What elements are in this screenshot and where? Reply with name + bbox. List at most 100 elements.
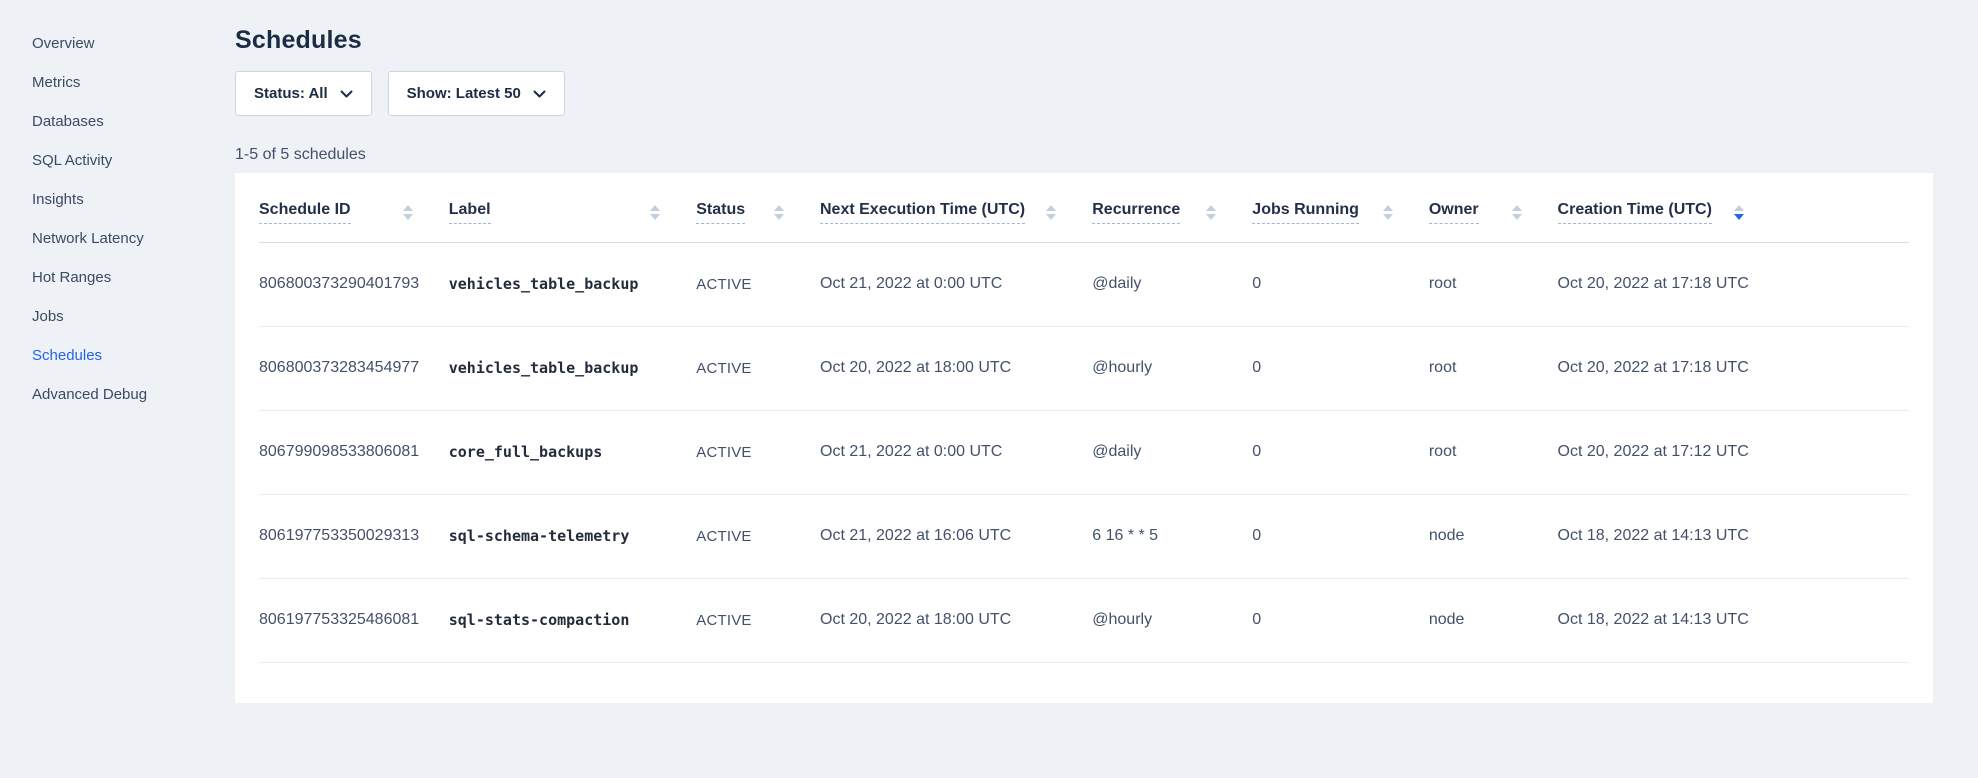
cell-recurrence: @daily <box>1092 411 1252 495</box>
cell-status: ACTIVE <box>696 495 820 579</box>
column-header-creation-time-utc: Creation Time (UTC) <box>1558 173 1909 243</box>
results-count: 1-5 of 5 schedules <box>235 146 1933 164</box>
cell-recurrence: @daily <box>1092 243 1252 327</box>
cell-jobs-running: 0 <box>1252 411 1429 495</box>
cell-label: vehicles_table_backup <box>449 243 697 327</box>
cell-status: ACTIVE <box>696 411 820 495</box>
cell-next-execution: Oct 20, 2022 at 18:00 UTC <box>820 579 1092 663</box>
sort-asc-arrow-icon <box>403 205 413 211</box>
table-row: 806800373290401793vehicles_table_backupA… <box>259 243 1909 327</box>
sort-asc-arrow-icon <box>1512 205 1522 211</box>
sidebar-item-overview[interactable]: Overview <box>0 24 235 63</box>
chevron-down-icon <box>340 85 353 102</box>
show-filter-dropdown[interactable]: Show: Latest 50 <box>388 71 565 116</box>
sidebar: OverviewMetricsDatabasesSQL ActivityInsi… <box>0 0 235 778</box>
sidebar-item-sql-activity[interactable]: SQL Activity <box>0 141 235 180</box>
status-filter-dropdown[interactable]: Status: All <box>235 71 372 116</box>
cell-owner: node <box>1429 495 1558 579</box>
cell-creation-time: Oct 20, 2022 at 17:18 UTC <box>1558 327 1909 411</box>
cell-next-execution: Oct 21, 2022 at 16:06 UTC <box>820 495 1092 579</box>
sort-icon[interactable] <box>1383 205 1393 220</box>
schedules-table-card: Schedule ID Label Status Next Execution Tim… <box>235 173 1933 703</box>
sort-desc-arrow-icon <box>1206 214 1216 220</box>
cell-schedule-id: 806799098533806081 <box>259 411 449 495</box>
cell-schedule-id: 806800373283454977 <box>259 327 449 411</box>
sort-desc-arrow-icon <box>1383 214 1393 220</box>
cell-jobs-running: 0 <box>1252 495 1429 579</box>
cell-owner: root <box>1429 411 1558 495</box>
sort-icon[interactable] <box>650 205 660 220</box>
page-title: Schedules <box>235 26 1933 55</box>
sidebar-item-schedules[interactable]: Schedules <box>0 336 235 375</box>
sidebar-item-databases[interactable]: Databases <box>0 102 235 141</box>
cell-next-execution: Oct 20, 2022 at 18:00 UTC <box>820 327 1092 411</box>
cell-label: sql-stats-compaction <box>449 579 697 663</box>
main-content: Schedules Status: All Show: Latest 50 1-… <box>235 0 1978 778</box>
sort-desc-arrow-icon <box>1046 214 1056 220</box>
column-label-recurrence[interactable]: Recurrence <box>1092 201 1180 224</box>
cell-status: ACTIVE <box>696 579 820 663</box>
column-label-status[interactable]: Status <box>696 201 745 224</box>
column-label-label[interactable]: Label <box>449 201 491 224</box>
column-label-jobs-running[interactable]: Jobs Running <box>1252 201 1359 224</box>
cell-jobs-running: 0 <box>1252 243 1429 327</box>
chevron-down-icon <box>533 85 546 102</box>
sidebar-item-jobs[interactable]: Jobs <box>0 297 235 336</box>
column-label-next-execution-time-utc[interactable]: Next Execution Time (UTC) <box>820 201 1025 224</box>
sort-asc-arrow-icon <box>650 205 660 211</box>
sort-icon[interactable] <box>403 205 413 220</box>
sidebar-item-advanced-debug[interactable]: Advanced Debug <box>0 375 235 414</box>
cell-creation-time: Oct 20, 2022 at 17:12 UTC <box>1558 411 1909 495</box>
table-row: 806800373283454977vehicles_table_backupA… <box>259 327 1909 411</box>
cell-status: ACTIVE <box>696 327 820 411</box>
cell-jobs-running: 0 <box>1252 327 1429 411</box>
sort-desc-arrow-icon <box>650 214 660 220</box>
cell-schedule-id: 806197753350029313 <box>259 495 449 579</box>
sort-asc-arrow-icon <box>1206 205 1216 211</box>
sort-desc-arrow-icon <box>1512 214 1522 220</box>
sort-icon[interactable] <box>1512 205 1522 220</box>
cell-status: ACTIVE <box>696 243 820 327</box>
sort-icon[interactable] <box>1046 205 1056 220</box>
table-header-row: Schedule ID Label Status Next Execution Tim… <box>259 173 1909 243</box>
schedules-table: Schedule ID Label Status Next Execution Tim… <box>259 173 1909 663</box>
column-label-owner[interactable]: Owner <box>1429 201 1479 224</box>
column-header-schedule-id: Schedule ID <box>259 173 449 243</box>
sort-icon[interactable] <box>774 205 784 220</box>
column-label-schedule-id[interactable]: Schedule ID <box>259 201 351 224</box>
cell-next-execution: Oct 21, 2022 at 0:00 UTC <box>820 243 1092 327</box>
column-label-creation-time-utc[interactable]: Creation Time (UTC) <box>1558 201 1712 224</box>
cell-creation-time: Oct 20, 2022 at 17:18 UTC <box>1558 243 1909 327</box>
status-filter-label: Status: All <box>254 85 328 102</box>
cell-owner: root <box>1429 243 1558 327</box>
sort-asc-arrow-icon <box>1383 205 1393 211</box>
sort-desc-arrow-icon <box>403 214 413 220</box>
column-header-status: Status <box>696 173 820 243</box>
column-header-next-execution-time-utc: Next Execution Time (UTC) <box>820 173 1092 243</box>
cell-owner: node <box>1429 579 1558 663</box>
cell-recurrence: 6 16 * * 5 <box>1092 495 1252 579</box>
cell-recurrence: @hourly <box>1092 327 1252 411</box>
sidebar-item-insights[interactable]: Insights <box>0 180 235 219</box>
cell-schedule-id: 806197753325486081 <box>259 579 449 663</box>
sidebar-item-network-latency[interactable]: Network Latency <box>0 219 235 258</box>
page: OverviewMetricsDatabasesSQL ActivityInsi… <box>0 0 1978 778</box>
cell-creation-time: Oct 18, 2022 at 14:13 UTC <box>1558 579 1909 663</box>
column-header-label: Label <box>449 173 697 243</box>
cell-label: core_full_backups <box>449 411 697 495</box>
sidebar-item-hot-ranges[interactable]: Hot Ranges <box>0 258 235 297</box>
filter-row: Status: All Show: Latest 50 <box>235 71 1933 116</box>
column-header-owner: Owner <box>1429 173 1558 243</box>
sidebar-item-metrics[interactable]: Metrics <box>0 63 235 102</box>
table-row: 806799098533806081core_full_backupsACTIV… <box>259 411 1909 495</box>
cell-schedule-id: 806800373290401793 <box>259 243 449 327</box>
column-header-jobs-running: Jobs Running <box>1252 173 1429 243</box>
sort-asc-arrow-icon <box>1046 205 1056 211</box>
column-header-recurrence: Recurrence <box>1092 173 1252 243</box>
sort-icon[interactable] <box>1206 205 1216 220</box>
sort-icon[interactable] <box>1734 205 1744 220</box>
table-row: 806197753325486081sql-stats-compactionAC… <box>259 579 1909 663</box>
cell-label: vehicles_table_backup <box>449 327 697 411</box>
sort-asc-arrow-icon <box>774 205 784 211</box>
cell-creation-time: Oct 18, 2022 at 14:13 UTC <box>1558 495 1909 579</box>
